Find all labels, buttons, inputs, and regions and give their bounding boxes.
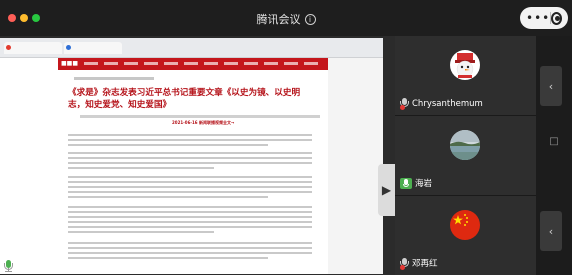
title-actions: ••• (520, 6, 568, 30)
participant-name: 邓再红 (412, 259, 438, 269)
presenter-bar: 海岩的屏幕共享 (0, 257, 395, 275)
participant-name: Chrysanthemum (412, 98, 483, 109)
collapse-panel-button[interactable]: ▶ (378, 164, 395, 216)
mini-program-capsule: ••• (520, 7, 568, 29)
shared-screen-area: ■■■ 《求是》杂志发表习近平总书记重要文章《以史为镜、以史明志，知史爱党、知史… (0, 36, 395, 275)
article-paragraph (68, 206, 312, 236)
window-title: 腾讯会议 (256, 13, 301, 26)
participant-tile[interactable]: Chrysanthemum (395, 36, 536, 116)
participant-tile[interactable]: 海岩 (395, 116, 536, 196)
participants-panel: Chrysanthemum 海岩 邓再红 (395, 36, 536, 275)
participant-nameline: 海岩 (400, 177, 432, 189)
lake-avatar (450, 130, 480, 160)
expand-panel-button[interactable]: ‹ (540, 66, 562, 106)
meeting-info-icon[interactable]: i (304, 14, 316, 25)
record-icon[interactable] (551, 11, 562, 25)
site-nav (84, 62, 324, 65)
browser-tab[interactable] (4, 42, 62, 54)
mic-icon (400, 177, 412, 189)
site-header: ■■■ (58, 58, 328, 70)
article-paragraph (68, 134, 312, 149)
browser-tab[interactable] (64, 42, 122, 54)
muted-mic-icon (400, 257, 409, 270)
article-paragraph (68, 176, 312, 201)
title-bar: 腾讯会议 i ••• (0, 0, 572, 36)
site-favicon-icon (6, 45, 11, 50)
presenter-label: 海岩的屏幕共享 (17, 262, 81, 273)
article-highlight-link[interactable]: 2021-06-16 新闻联播视频全文→ (172, 120, 234, 126)
participant-nameline: Chrysanthemum (400, 98, 483, 110)
snowman-avatar (450, 50, 480, 80)
window-square-icon[interactable]: □ (536, 136, 572, 147)
shared-webpage: ■■■ 《求是》杂志发表习近平总书记重要文章《以史为镜、以史明志，知史爱党、知史… (0, 38, 383, 274)
side-strip-button[interactable]: ‹ (540, 211, 562, 251)
side-strip: ‹ □ ‹ (536, 36, 572, 275)
site-logo: ■■■ (61, 60, 79, 67)
page-right-margin (328, 58, 383, 274)
article-title: 《求是》杂志发表习近平总书记重要文章《以史为镜、以史明志，知史爱党、知史爱国》 (68, 88, 301, 110)
participant-name: 海岩 (415, 179, 433, 189)
flag-avatar (450, 210, 480, 240)
article-paragraph (68, 152, 312, 172)
window-title-group: 腾讯会议 i (0, 11, 572, 27)
participant-nameline: 邓再红 (400, 257, 438, 270)
article-meta (80, 115, 320, 118)
muted-mic-icon (400, 98, 409, 110)
mic-icon (4, 260, 13, 272)
participant-tile[interactable]: 邓再红 (395, 196, 536, 275)
breadcrumb (74, 77, 154, 80)
meeting-window: 腾讯会议 i ••• ■■■ 《求是》杂志发表习近平总书记重要文章《以史为镜、以史… (0, 0, 572, 275)
browser-tab-bar (0, 38, 383, 58)
site-favicon-icon (66, 45, 71, 50)
more-icon[interactable]: ••• (526, 12, 550, 24)
